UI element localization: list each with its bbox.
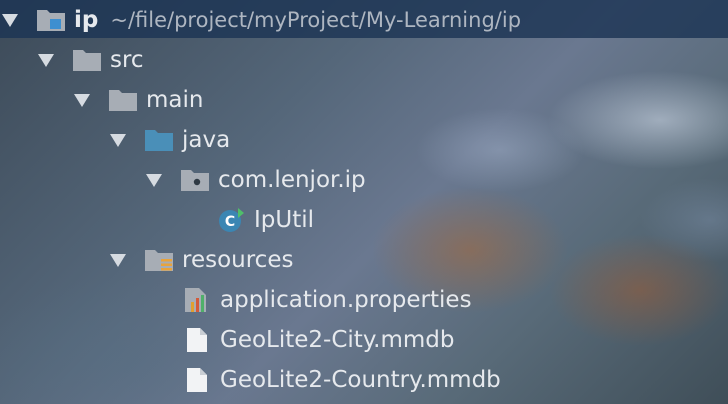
folder-icon: [72, 47, 102, 73]
source-folder-icon: [144, 127, 174, 153]
expand-arrow-icon[interactable]: [38, 53, 54, 67]
file-label: GeoLite2-City.mmdb: [220, 327, 455, 353]
folder-icon: [108, 87, 138, 113]
properties-file-icon: [182, 287, 212, 313]
java-folder-label: java: [182, 127, 231, 153]
svg-text:C: C: [225, 214, 235, 230]
root-path-label: ~/file/project/myProject/My-Learning/ip: [110, 8, 522, 32]
tree-row-class[interactable]: C IpUtil: [216, 200, 314, 240]
tree-row-package[interactable]: com.lenjor.ip: [146, 160, 366, 200]
file-label: GeoLite2-Country.mmdb: [220, 367, 501, 393]
tree-row-resources[interactable]: resources: [110, 240, 293, 280]
module-folder-icon: [36, 7, 66, 33]
file-icon: [182, 327, 212, 353]
java-class-icon: C: [216, 207, 246, 233]
file-label: application.properties: [220, 287, 472, 313]
resources-folder-icon: [144, 247, 174, 273]
src-folder-label: src: [110, 47, 144, 73]
package-label: com.lenjor.ip: [218, 167, 366, 193]
file-icon: [182, 367, 212, 393]
tree-row-src[interactable]: src: [38, 40, 144, 80]
tree-row-file[interactable]: GeoLite2-City.mmdb: [182, 320, 454, 360]
tree-row-file[interactable]: application.properties: [182, 280, 472, 320]
expand-arrow-icon[interactable]: [146, 173, 162, 187]
class-label: IpUtil: [254, 207, 315, 233]
expand-arrow-icon[interactable]: [2, 13, 18, 27]
tree-row-file[interactable]: GeoLite2-Country.mmdb: [182, 360, 501, 400]
tree-row-main[interactable]: main: [74, 80, 203, 120]
root-module-label: ip: [74, 7, 99, 33]
tree-row-java[interactable]: java: [110, 120, 230, 160]
package-icon: [180, 167, 210, 193]
tree-row-root[interactable]: ip ~/file/project/myProject/My-Learning/…: [2, 0, 521, 40]
main-folder-label: main: [146, 87, 204, 113]
expand-arrow-icon[interactable]: [74, 93, 90, 107]
resources-folder-label: resources: [182, 247, 294, 273]
expand-arrow-icon[interactable]: [110, 253, 126, 267]
expand-arrow-icon[interactable]: [110, 133, 126, 147]
